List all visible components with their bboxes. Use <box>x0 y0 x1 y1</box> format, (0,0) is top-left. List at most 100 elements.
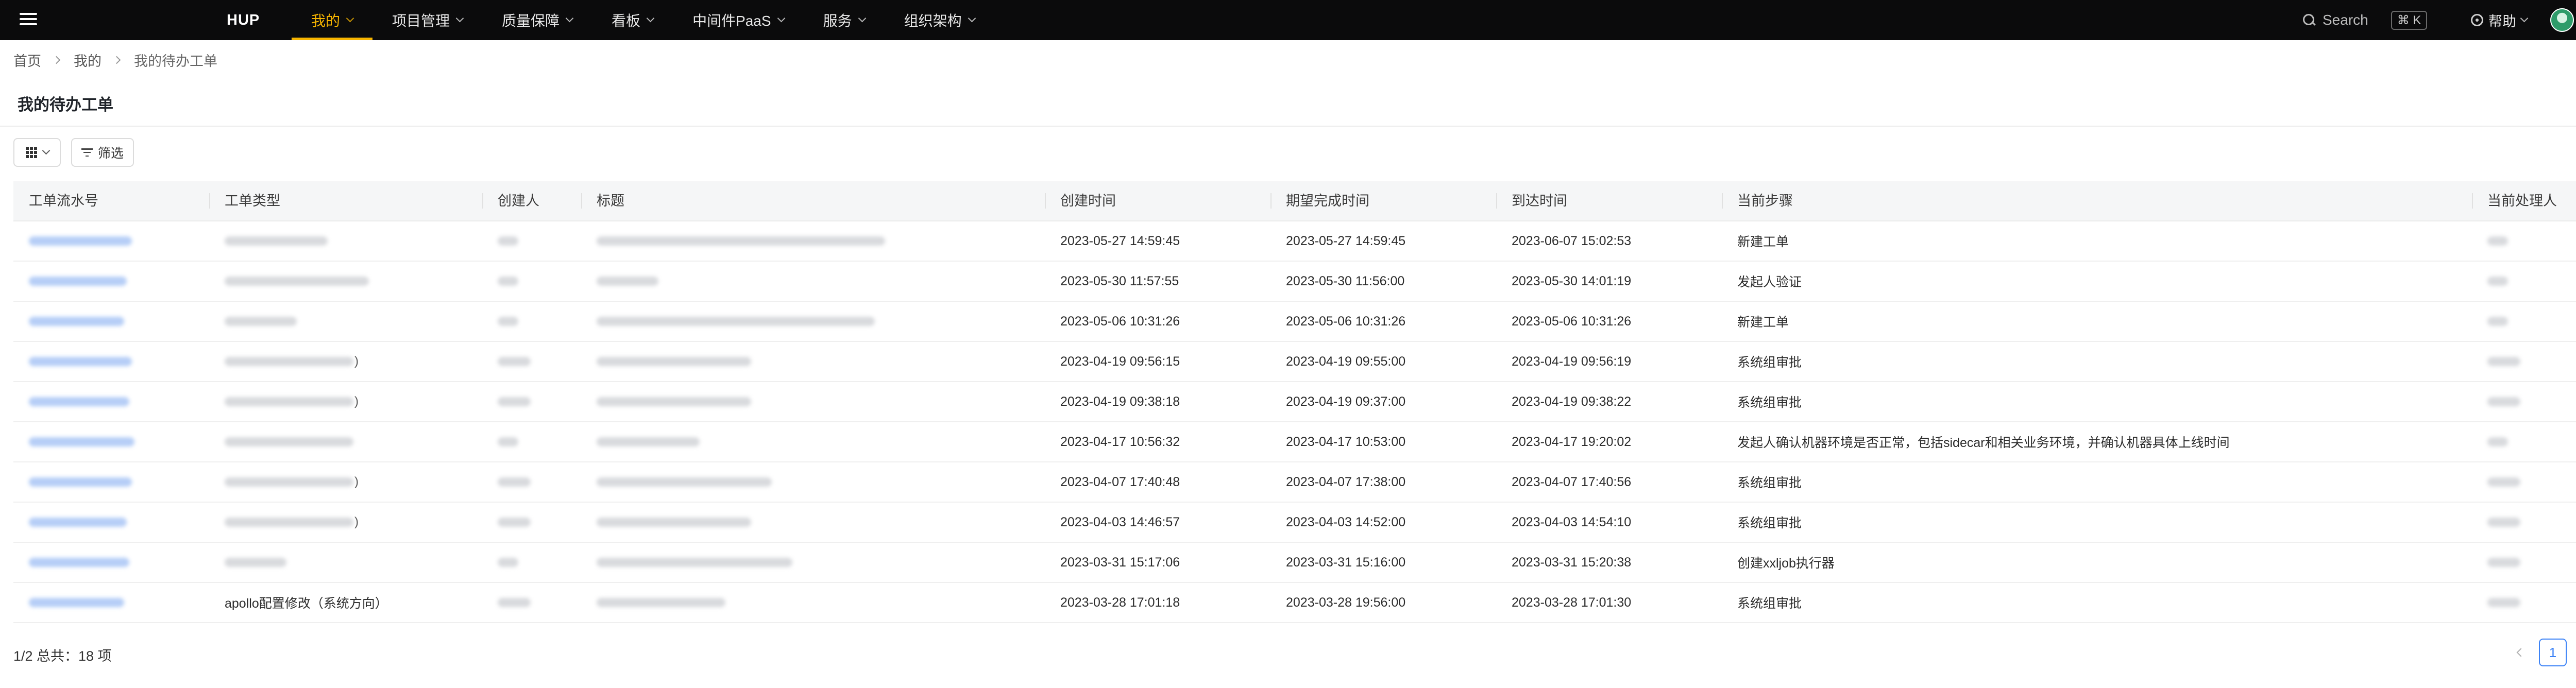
column-header-creator[interactable]: 创建人 <box>482 181 581 221</box>
order-no-link[interactable] <box>29 236 132 246</box>
expected-time-cell: 2023-05-27 14:59:45 <box>1286 233 1406 248</box>
table-row[interactable]: 2023-05-06 10:31:26 2023-05-06 10:31:26 20… <box>13 302 2576 342</box>
arrival-time-cell: 2023-04-03 14:54:10 <box>1512 514 1632 529</box>
table-row[interactable]: 2023-05-30 11:57:55 2023-05-30 11:56:00 20… <box>13 262 2576 302</box>
column-header-order-type[interactable]: 工单类型 <box>209 181 482 221</box>
redacted-text <box>2487 518 2520 527</box>
chevron-right-icon <box>52 56 61 64</box>
title-cell <box>581 382 1045 422</box>
chevron-down-icon <box>777 14 785 22</box>
table-row[interactable]: 2023-05-27 14:59:45 2023-05-27 14:59:45 20… <box>13 221 2576 262</box>
menu-icon[interactable] <box>20 11 37 27</box>
table-row[interactable]: ) 2023-04-19 09:56:15 2023-04-19 09:55:00 2… <box>13 342 2576 382</box>
order-no-cell[interactable] <box>13 261 209 301</box>
order-no-link[interactable] <box>29 397 129 406</box>
redacted-text <box>498 598 531 607</box>
table-row[interactable]: ) 2023-04-07 17:40:48 2023-04-07 17:38:00 2… <box>13 462 2576 503</box>
order-type-text <box>225 236 329 246</box>
creator-cell <box>482 221 581 261</box>
redacted-text <box>597 357 751 366</box>
order-no-link[interactable] <box>29 477 132 487</box>
chevron-down-icon <box>455 14 464 22</box>
nav-item-organization[interactable]: 组织架构 <box>885 0 994 40</box>
order-type-text: ) <box>225 475 359 489</box>
chevron-down-icon <box>968 14 976 22</box>
order-no-cell[interactable] <box>13 502 209 542</box>
order-type-cell <box>209 261 482 301</box>
breadcrumb-current: 我的待办工单 <box>134 53 217 69</box>
order-no-cell[interactable] <box>13 341 209 382</box>
nav-item-dashboard[interactable]: 看板 <box>592 0 673 40</box>
redacted-text <box>498 357 531 366</box>
order-no-cell[interactable] <box>13 542 209 582</box>
redacted-text <box>597 477 772 487</box>
order-no-link[interactable] <box>29 357 132 366</box>
filter-button[interactable]: 筛选 <box>71 138 134 167</box>
column-header-created-time[interactable]: 创建时间 <box>1045 181 1270 221</box>
view-switch-button[interactable] <box>13 138 61 167</box>
redacted-text <box>225 437 353 446</box>
filter-icon <box>81 148 93 157</box>
nav-item-label: 组织架构 <box>904 13 962 29</box>
current-step-cell: 创建xxljob执行器 <box>1737 556 1835 571</box>
table-row[interactable]: ) 2023-04-19 09:38:18 2023-04-19 09:37:00 2… <box>13 382 2576 422</box>
column-header-order-no[interactable]: 工单流水号 <box>13 181 209 221</box>
column-header-current-step[interactable]: 当前步骤 <box>1722 181 2472 221</box>
order-no-link[interactable] <box>29 317 124 326</box>
order-no-cell[interactable] <box>13 422 209 462</box>
title-cell <box>581 542 1045 582</box>
column-header-expected-time[interactable]: 期望完成时间 <box>1270 181 1496 221</box>
breadcrumb-home[interactable]: 首页 <box>13 50 41 70</box>
title-cell <box>581 221 1045 261</box>
breadcrumb-mine[interactable]: 我的 <box>74 50 101 70</box>
order-no-link[interactable] <box>29 558 129 567</box>
order-no-link[interactable] <box>29 518 127 527</box>
user-menu[interactable]: 方勇 <box>2550 0 2576 40</box>
pagination-summary: 1/2 总共：18 项 <box>13 648 112 664</box>
created-time-cell: 2023-05-30 11:57:55 <box>1060 273 1179 288</box>
column-header-title[interactable]: 标题 <box>581 181 1045 221</box>
brand-logo[interactable]: HUP <box>227 0 260 40</box>
redacted-text <box>225 357 353 366</box>
nav-item-middleware-paas[interactable]: 中间件PaaS <box>673 0 804 40</box>
column-header-current-handler[interactable]: 当前处理人 <box>2472 181 2576 221</box>
help-label: 帮助 <box>2488 13 2516 29</box>
expected-time-cell: 2023-04-03 14:52:00 <box>1286 514 1406 529</box>
page-button-1[interactable]: 1 <box>2539 639 2567 666</box>
order-no-cell[interactable] <box>13 382 209 422</box>
table-header: 工单流水号 工单类型 创建人 标题 创建时间 期望完成时间 到达时间 当前步骤 … <box>13 181 2576 221</box>
table-body: 2023-05-27 14:59:45 2023-05-27 14:59:45 20… <box>13 221 2576 623</box>
nav-item-quality[interactable]: 质量保障 <box>482 0 592 40</box>
order-no-cell[interactable] <box>13 462 209 502</box>
order-no-link[interactable] <box>29 277 127 286</box>
current-step-cell: 发起人确认机器环境是否正常，包括sidecar和相关业务环境，并确认机器具体上线… <box>1737 436 2230 450</box>
table-row[interactable]: ) 2023-04-03 14:46:57 2023-04-03 14:52:00 2… <box>13 503 2576 543</box>
order-no-link[interactable] <box>29 437 134 446</box>
order-no-cell[interactable] <box>13 221 209 261</box>
table-row[interactable]: 2023-04-17 10:56:32 2023-04-17 10:53:00 20… <box>13 422 2576 462</box>
column-header-arrival-time[interactable]: 到达时间 <box>1496 181 1722 221</box>
breadcrumb: 首页 我的 我的待办工单 <box>13 50 217 69</box>
order-type-text: ) <box>225 354 359 369</box>
global-search[interactable]: Search ⌘ K <box>2303 9 2428 31</box>
nav-item-mine[interactable]: 我的 <box>292 0 373 40</box>
title-cell <box>581 462 1045 502</box>
current-handler-cell <box>2472 221 2576 261</box>
help-menu[interactable]: 帮助 <box>2471 0 2529 40</box>
nav-item-services[interactable]: 服务 <box>804 0 885 40</box>
prev-page-button[interactable] <box>2509 638 2530 667</box>
order-no-link[interactable] <box>29 598 124 607</box>
order-no-cell[interactable] <box>13 582 209 623</box>
table-row[interactable]: 2023-03-31 15:17:06 2023-03-31 15:16:00 20… <box>13 543 2576 583</box>
redacted-text <box>597 518 751 527</box>
nav-item-project-management[interactable]: 项目管理 <box>372 0 482 40</box>
redacted-text <box>597 236 885 246</box>
current-step-cell: 系统组审批 <box>1737 395 1802 410</box>
table-row[interactable]: apollo配置修改（系统方向） 2023-03-28 17:01:18 2023-… <box>13 583 2576 623</box>
order-no-cell[interactable] <box>13 301 209 341</box>
chevron-down-icon <box>42 146 50 155</box>
redacted-text <box>597 437 700 446</box>
arrival-time-cell: 2023-04-07 17:40:56 <box>1512 474 1632 489</box>
current-handler-cell <box>2472 261 2576 301</box>
title-cell <box>581 502 1045 542</box>
